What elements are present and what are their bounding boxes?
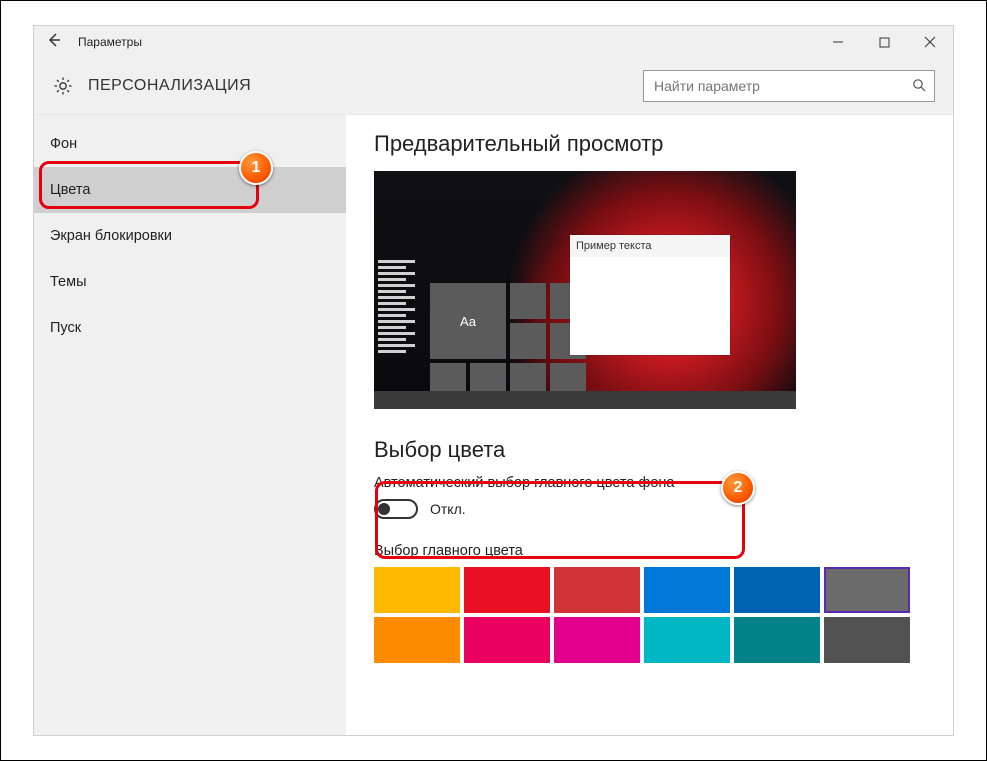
- preview-start-list: [378, 257, 424, 356]
- preview-sample-title: Пример текста: [570, 235, 730, 257]
- color-swatch[interactable]: [374, 567, 460, 613]
- color-swatch[interactable]: [464, 567, 550, 613]
- auto-color-label: Автоматический выбор главного цвета фона: [374, 475, 925, 491]
- sidebar-item-label: Цвета: [50, 182, 90, 198]
- preview-big-tile: Aa: [430, 283, 506, 359]
- color-swatch[interactable]: [824, 617, 910, 663]
- minimize-icon: [832, 36, 844, 48]
- sidebar-item-colors[interactable]: Цвета: [34, 167, 346, 213]
- preview-heading: Предварительный просмотр: [374, 131, 925, 157]
- arrow-left-icon: [46, 32, 62, 53]
- auto-color-toggle[interactable]: [374, 499, 418, 519]
- sidebar-item-themes[interactable]: Темы: [34, 259, 346, 305]
- auto-color-state: Откл.: [430, 501, 466, 517]
- window-title: Параметры: [78, 35, 142, 49]
- search-icon: [912, 78, 926, 95]
- sidebar-item-label: Пуск: [50, 320, 81, 336]
- sidebar-item-label: Фон: [50, 136, 77, 152]
- preview-sample-window: Пример текста: [570, 235, 730, 355]
- gear-icon: [52, 75, 74, 97]
- preview-taskbar: [374, 391, 796, 409]
- sidebar-item-label: Темы: [50, 274, 87, 290]
- screenshot-frame: Параметры ПЕРСОНАЛИЗАЦИЯ: [0, 0, 987, 761]
- search-box[interactable]: [643, 70, 935, 102]
- toggle-knob: [378, 503, 390, 515]
- color-choice-heading: Выбор цвета: [374, 437, 925, 463]
- color-swatch[interactable]: [464, 617, 550, 663]
- sidebar: Фон Цвета Экран блокировки Темы Пуск: [34, 115, 346, 735]
- sidebar-item-background[interactable]: Фон: [34, 121, 346, 167]
- color-grid: [374, 567, 925, 663]
- sidebar-item-start[interactable]: Пуск: [34, 305, 346, 351]
- close-button[interactable]: [907, 26, 953, 58]
- search-input[interactable]: [652, 77, 906, 95]
- color-swatch[interactable]: [734, 567, 820, 613]
- settings-window: Параметры ПЕРСОНАЛИЗАЦИЯ: [33, 25, 954, 736]
- color-swatch[interactable]: [374, 617, 460, 663]
- page-title: ПЕРСОНАЛИЗАЦИЯ: [88, 77, 251, 95]
- auto-color-section: Автоматический выбор главного цвета фона…: [374, 473, 925, 523]
- color-swatch[interactable]: [824, 567, 910, 613]
- close-icon: [924, 36, 936, 48]
- color-swatch[interactable]: [644, 617, 730, 663]
- sidebar-item-lockscreen[interactable]: Экран блокировки: [34, 213, 346, 259]
- titlebar: Параметры: [34, 26, 953, 58]
- minimize-button[interactable]: [815, 26, 861, 58]
- maximize-button[interactable]: [861, 26, 907, 58]
- sidebar-item-label: Экран блокировки: [50, 228, 172, 244]
- preview-pane: Aa Пример текста: [374, 171, 796, 409]
- color-swatch[interactable]: [734, 617, 820, 663]
- header: ПЕРСОНАЛИЗАЦИЯ: [34, 58, 953, 115]
- maximize-icon: [879, 37, 890, 48]
- main-color-label: Выбор главного цвета: [374, 543, 925, 559]
- body: Фон Цвета Экран блокировки Темы Пуск Пре…: [34, 115, 953, 735]
- color-swatch[interactable]: [554, 567, 640, 613]
- color-swatch[interactable]: [554, 617, 640, 663]
- content: Предварительный просмотр Aa: [346, 115, 953, 735]
- tile-text: Aa: [460, 314, 476, 329]
- back-button[interactable]: [34, 26, 74, 58]
- color-swatch[interactable]: [644, 567, 730, 613]
- window-controls: [815, 26, 953, 58]
